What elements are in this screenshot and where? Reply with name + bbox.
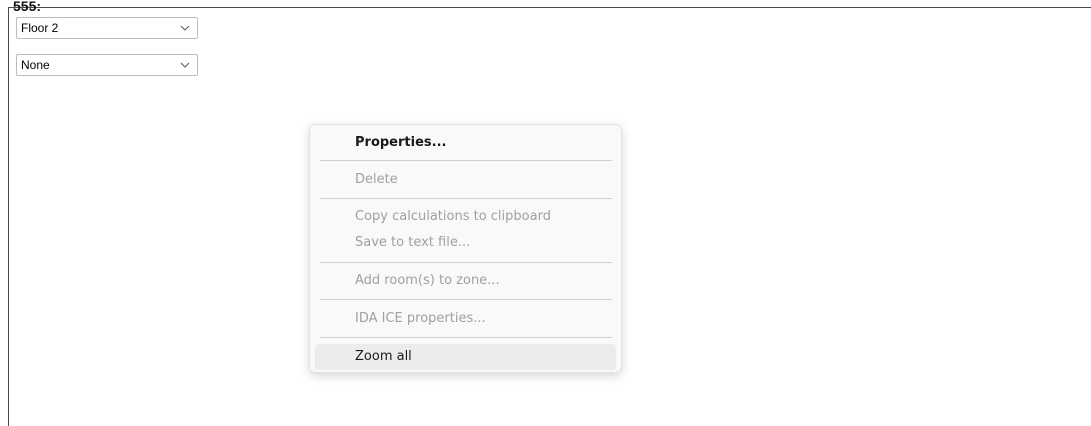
menu-item-add-rooms-to-zone[interactable]: Add room(s) to zone... <box>315 268 616 294</box>
menu-item-properties[interactable]: Properties... <box>315 130 616 156</box>
chevron-down-icon <box>180 62 190 68</box>
chevron-down-icon <box>180 25 190 31</box>
menu-separator <box>320 299 612 300</box>
floor-select-value: Floor 2 <box>21 21 59 35</box>
menu-item-ida-ice-properties[interactable]: IDA ICE properties... <box>315 306 616 332</box>
overlay-select-value: None <box>21 58 50 72</box>
window-title-fragment: 555: <box>13 0 42 14</box>
menu-item-save-text-file[interactable]: Save to text file... <box>315 230 616 256</box>
menu-separator <box>320 262 612 263</box>
overlay-select[interactable]: None <box>16 54 198 76</box>
menu-separator <box>320 160 612 161</box>
menu-item-zoom-all[interactable]: Zoom all <box>315 344 616 370</box>
menu-item-copy-calculations[interactable]: Copy calculations to clipboard <box>315 204 616 230</box>
floor-select[interactable]: Floor 2 <box>16 17 198 39</box>
context-menu: Properties... Delete Copy calculations t… <box>309 124 622 373</box>
menu-separator <box>320 337 612 338</box>
menu-separator <box>320 198 612 199</box>
menu-item-delete[interactable]: Delete <box>315 167 616 193</box>
